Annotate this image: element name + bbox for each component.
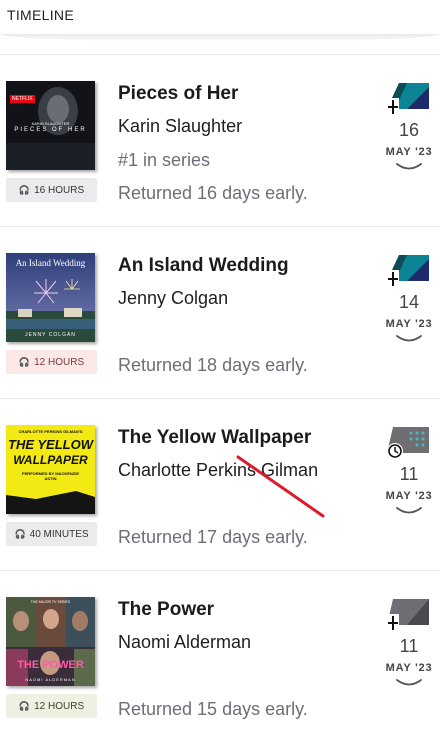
book-author[interactable]: Jenny Colgan xyxy=(118,288,228,309)
book-title[interactable]: The Power xyxy=(118,599,214,621)
duration-badge: 🎧 40 MINUTES xyxy=(6,522,97,546)
chevron-down-icon[interactable] xyxy=(395,505,423,517)
cover-badge: NETFLIX xyxy=(10,95,35,103)
book-title[interactable]: An Island Wedding xyxy=(118,255,289,277)
book-cover[interactable]: An Island Wedding JENNY COLGAN xyxy=(6,253,95,342)
book-author[interactable]: Charlotte Perkins Gilman xyxy=(118,460,318,481)
cover-author: KARIN SLAUGHTER xyxy=(31,121,70,126)
header-shadow xyxy=(0,34,440,42)
chevron-down-icon[interactable] xyxy=(395,161,423,173)
return-status: Returned 16 days early. xyxy=(118,183,308,203)
headphones-icon: 🎧 xyxy=(18,700,31,711)
book-cover[interactable]: CHARLOTTE PERKINS GILMAN'S THE YELLOW WA… xyxy=(6,425,95,514)
audiobook-add-icon[interactable] xyxy=(387,83,429,117)
cover-art xyxy=(6,597,95,686)
book-author[interactable]: Karin Slaughter xyxy=(118,116,242,137)
cover-title-line-2: WALLPAPER xyxy=(13,453,88,467)
date-month: MAY '23 xyxy=(385,146,433,158)
headphones-icon: 🎧 xyxy=(18,184,31,195)
cover-author: JENNY COLGAN xyxy=(25,332,76,338)
duration-label: 16 HOURS xyxy=(34,184,85,196)
headphones-icon: 🎧 xyxy=(14,528,26,539)
page-title: TIMELINE xyxy=(7,7,74,23)
book-title[interactable]: Pieces of Her xyxy=(118,83,238,105)
date-day: 11 xyxy=(399,464,419,484)
return-status: Returned 15 days early. xyxy=(118,699,308,719)
return-status: Returned 18 days early. xyxy=(118,355,308,375)
cover-title: PIECES OF HER xyxy=(14,127,87,133)
audiobook-add-icon[interactable] xyxy=(387,255,429,289)
cover-narrator: PERFORMED BY MACKENZIE ASTIN xyxy=(21,471,80,481)
cover-title-line-1: THE YELLOW xyxy=(8,437,93,452)
audiobook-expiring-icon[interactable] xyxy=(387,427,429,461)
date-month: MAY '23 xyxy=(385,490,433,502)
date-day: 11 xyxy=(399,636,419,656)
date-day: 16 xyxy=(398,120,420,140)
cover-badge: THE MAJOR TV SERIES xyxy=(30,600,71,604)
cover-title: THE POWER xyxy=(17,659,84,671)
date-month: MAY '23 xyxy=(385,662,433,674)
duration-badge: 🎧 16 HOURS xyxy=(6,178,97,202)
timeline-row[interactable]: THE MAJOR TV SERIES THE POWER NAOMI ALDE… xyxy=(0,571,440,738)
series-info[interactable]: #1 in series xyxy=(118,150,210,171)
cover-title: An Island Wedding xyxy=(15,258,86,268)
date-month: MAY '23 xyxy=(385,318,433,330)
return-status: Returned 17 days early. xyxy=(118,527,308,547)
cover-art xyxy=(6,491,95,514)
date-day: 14 xyxy=(398,292,420,312)
book-title[interactable]: The Yellow Wallpaper xyxy=(118,427,311,449)
duration-label: 12 HOURS xyxy=(34,356,85,368)
duration-label: 40 MINUTES xyxy=(29,528,89,540)
headphones-icon: 🎧 xyxy=(18,356,31,367)
cover-author: NAOMI ALDERMAN xyxy=(25,677,76,682)
timeline-row[interactable]: An Island Wedding JENNY COLGAN 🎧 12 HOUR… xyxy=(0,227,440,399)
duration-badge: 🎧 12 HOURS xyxy=(6,694,97,718)
book-author[interactable]: Naomi Alderman xyxy=(118,632,251,653)
duration-badge: 🎧 12 HOURS xyxy=(6,350,97,374)
cover-author: CHARLOTTE PERKINS GILMAN'S xyxy=(18,429,83,434)
chevron-down-icon[interactable] xyxy=(395,333,423,345)
duration-label: 12 HOURS xyxy=(34,700,85,712)
book-cover[interactable]: NETFLIX KARIN SLAUGHTER PIECES OF HER xyxy=(6,81,95,170)
chevron-down-icon[interactable] xyxy=(395,677,423,689)
book-cover[interactable]: THE MAJOR TV SERIES THE POWER NAOMI ALDE… xyxy=(6,597,95,686)
app-header: TIMELINE xyxy=(0,0,440,42)
audiobook-add-icon[interactable] xyxy=(387,599,429,633)
timeline-row[interactable]: NETFLIX KARIN SLAUGHTER PIECES OF HER 🎧 … xyxy=(0,55,440,227)
timeline-row[interactable]: CHARLOTTE PERKINS GILMAN'S THE YELLOW WA… xyxy=(0,399,440,571)
